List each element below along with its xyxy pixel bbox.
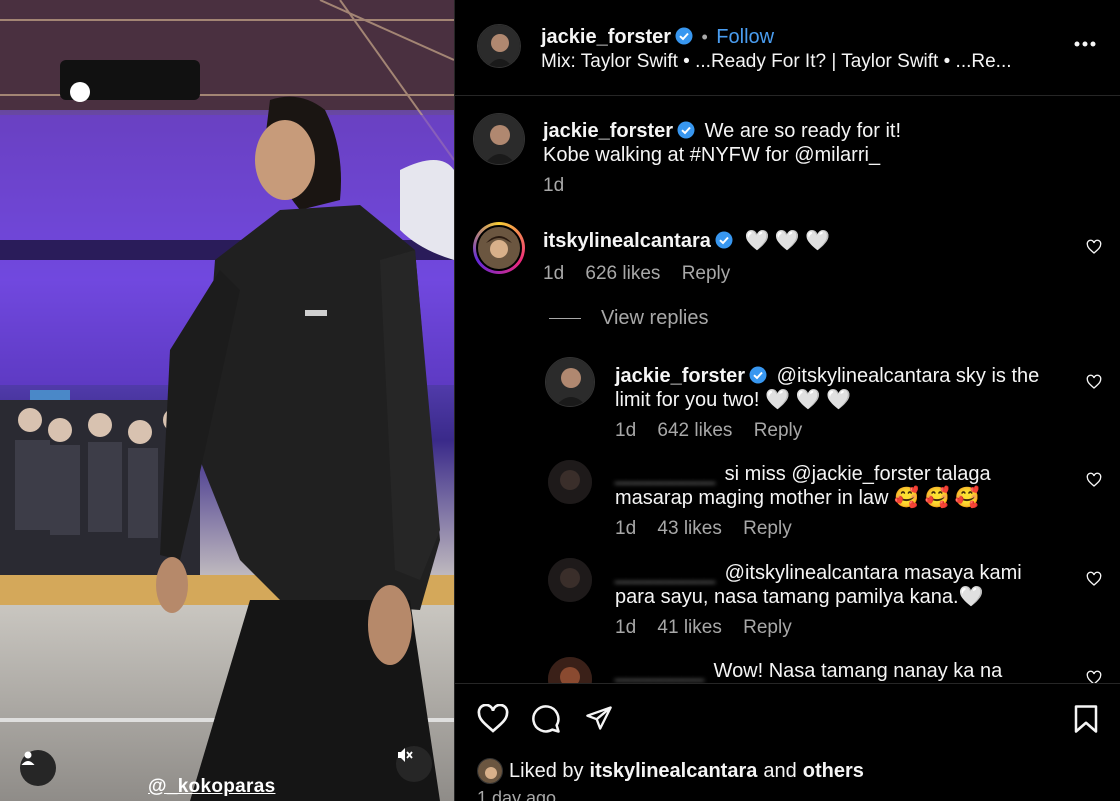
post-actions: Liked by itskylinealcantara and others 1…	[455, 683, 1120, 801]
reply-likes[interactable]: 642 likes	[657, 420, 732, 441]
story-ring[interactable]	[473, 222, 525, 274]
like-comment-heart-icon[interactable]	[1086, 472, 1102, 488]
view-replies-button[interactable]: View replies	[549, 307, 708, 330]
video-player[interactable]: @_kokoparas	[0, 0, 454, 801]
reply-line-1: @itskylinealcantara sky is the	[776, 365, 1040, 387]
like-comment-heart-icon[interactable]	[1086, 239, 1102, 255]
author-photo	[474, 114, 524, 164]
reply-avatar[interactable]	[548, 460, 592, 504]
user-icon	[21, 751, 35, 765]
video-tag-handle[interactable]: @_kokoparas	[148, 776, 275, 798]
reply-avatar[interactable]	[545, 357, 595, 407]
verified-badge-icon	[677, 121, 695, 139]
reply-reply-button[interactable]: Reply	[754, 420, 803, 441]
reply-line-2: masarap maging mother in law 🥰 🥰 🥰	[615, 487, 980, 509]
reply-item: ________ Wow! Nasa tamang nanay ka na	[615, 659, 1065, 683]
comment-meta: 1d 626 likes Reply	[543, 263, 1063, 285]
verified-badge-icon	[675, 27, 693, 45]
reply-line-2: para sayu, nasa tamang pamilya kana.🤍	[615, 586, 984, 608]
reply-line-1: si miss @jackie_forster talaga	[724, 463, 991, 485]
caption-line-2: Kobe walking at #NYFW for @milarri_	[543, 144, 881, 166]
liked-by-row: Liked by itskylinealcantara and others	[477, 758, 864, 784]
comment-reply-button[interactable]: Reply	[682, 263, 731, 284]
comment-likes[interactable]: 626 likes	[585, 263, 660, 284]
share-paper-plane-icon[interactable]	[584, 704, 614, 732]
speaker-muted-icon	[398, 748, 413, 762]
like-comment-heart-icon[interactable]	[1086, 571, 1102, 587]
runway-video-frame	[0, 0, 454, 801]
author-avatar[interactable]	[477, 24, 521, 68]
reply-username-obscured[interactable]: ________	[615, 660, 704, 682]
reply-line-1: Wow! Nasa tamang nanay ka na	[713, 660, 1003, 682]
like-comment-heart-icon[interactable]	[1086, 670, 1102, 683]
commenter-photo	[548, 657, 592, 683]
reply-line-2: limit for you two! 🤍 🤍 🤍	[615, 389, 851, 411]
reply-avatar[interactable]	[548, 558, 592, 602]
comment-username[interactable]: itskylinealcantara	[543, 230, 711, 252]
reply-likes[interactable]: 41 likes	[657, 617, 721, 638]
reply-meta: 1d 642 likes Reply	[615, 420, 1065, 442]
comment-time: 1d	[543, 263, 565, 284]
caption-line-1: We are so ready for it!	[704, 120, 902, 142]
view-replies-divider	[549, 318, 581, 319]
post-timestamp[interactable]: 1 day ago	[477, 788, 556, 801]
reply-line-1: @itskylinealcantara masaya kami	[724, 562, 1022, 584]
author-photo	[478, 25, 520, 67]
commenter-avatar	[476, 225, 522, 271]
caption-avatar[interactable]	[473, 113, 525, 165]
reply-avatar[interactable]	[548, 657, 592, 683]
verified-badge-icon	[715, 231, 733, 249]
reply-item: _________ si miss @jackie_forster talaga…	[615, 462, 1065, 540]
reply-username-obscured[interactable]: _________	[615, 463, 715, 485]
liked-by-user[interactable]: itskylinealcantara	[590, 760, 758, 783]
verified-badge-icon	[749, 366, 767, 384]
liked-by-others[interactable]: others	[803, 760, 864, 783]
follow-button[interactable]: Follow	[716, 26, 774, 48]
liker-avatar[interactable]	[477, 758, 503, 784]
post-header: jackie_forster • Follow Mix: Taylor Swif…	[455, 0, 1120, 96]
liker-photo	[478, 759, 502, 783]
author-username[interactable]: jackie_forster	[541, 26, 671, 48]
tagged-users-button[interactable]	[20, 750, 56, 786]
comments-list[interactable]: jackie_forster We are so ready for it! K…	[455, 97, 1120, 683]
comment-bubble-icon[interactable]	[531, 704, 561, 734]
reply-reply-button[interactable]: Reply	[743, 617, 792, 638]
commenter-photo	[478, 227, 520, 269]
comment-text: 🤍 🤍 🤍	[744, 230, 831, 252]
caption-time: 1d	[543, 175, 565, 196]
caption-username[interactable]: jackie_forster	[543, 120, 673, 142]
reply-username-obscured[interactable]: _________	[615, 562, 715, 584]
caption-block: jackie_forster We are so ready for it! K…	[543, 119, 1103, 197]
reply-reply-button[interactable]: Reply	[743, 518, 792, 539]
view-replies-label: View replies	[601, 307, 709, 329]
commenter-photo	[548, 460, 592, 504]
more-options-icon[interactable]	[1073, 40, 1097, 48]
comment-item: itskylinealcantara 🤍 🤍 🤍 1d 626 likes Re…	[543, 229, 1063, 285]
reply-item: _________ @itskylinealcantara masaya kam…	[615, 561, 1065, 639]
liked-by-prefix: Liked by	[509, 760, 584, 782]
reply-time: 1d	[615, 617, 637, 638]
reply-time: 1d	[615, 420, 637, 441]
reply-meta: 1d 43 likes Reply	[615, 518, 1065, 540]
reply-time: 1d	[615, 518, 637, 539]
header-separator: •	[701, 27, 708, 47]
reply-meta: 1d 41 likes Reply	[615, 617, 1065, 639]
header-title-row: jackie_forster • Follow	[541, 26, 774, 49]
author-photo	[546, 358, 594, 406]
like-heart-icon[interactable]	[477, 704, 509, 734]
reply-item: jackie_forster @itskylinealcantara sky i…	[615, 364, 1065, 442]
save-bookmark-icon[interactable]	[1072, 704, 1100, 734]
mute-toggle-button[interactable]	[396, 746, 432, 782]
liked-by-and: and	[763, 760, 797, 782]
commenter-photo	[548, 558, 592, 602]
like-comment-heart-icon[interactable]	[1086, 374, 1102, 390]
audio-track-link[interactable]: Mix: Taylor Swift • ...Ready For It? | T…	[541, 50, 1012, 74]
post-details-pane: jackie_forster • Follow Mix: Taylor Swif…	[454, 0, 1120, 801]
reply-username[interactable]: jackie_forster	[615, 365, 745, 387]
reply-likes[interactable]: 43 likes	[657, 518, 721, 539]
